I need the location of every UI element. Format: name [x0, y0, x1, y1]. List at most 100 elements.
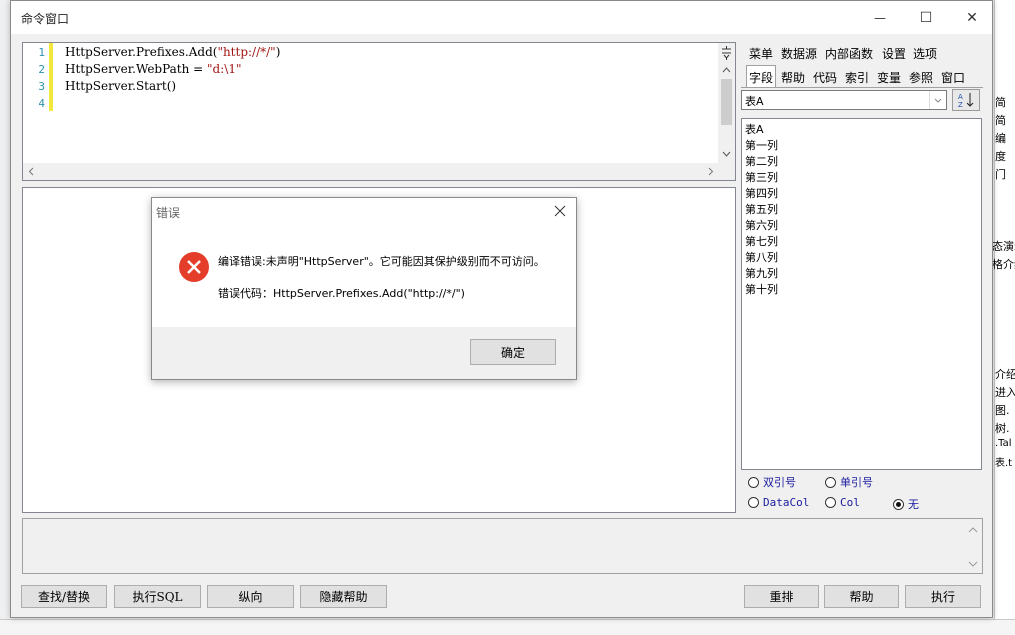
radio-datacol[interactable]: DataCol: [748, 496, 809, 509]
svg-text:Z: Z: [958, 101, 963, 109]
code-text: HttpServer.WebPath =: [65, 62, 208, 76]
radio-double-quote[interactable]: 双引号: [748, 474, 796, 490]
tab-index[interactable]: 索引: [845, 69, 869, 86]
help-button[interactable]: 帮助: [824, 585, 899, 608]
code-text: ): [275, 45, 281, 59]
editor-horizontal-scrollbar[interactable]: [23, 163, 720, 180]
close-icon[interactable]: [552, 203, 568, 219]
background-bottom-strip: [0, 619, 1015, 635]
radio-circle-icon: [825, 476, 836, 488]
line-number: 1: [38, 46, 45, 59]
tab-variables[interactable]: 变量: [877, 69, 901, 86]
title-bar: 命令窗口 — ☐ ✕: [11, 1, 992, 34]
svg-text:A: A: [958, 93, 963, 101]
scroll-left-icon[interactable]: [26, 163, 38, 180]
menu-item-functions[interactable]: 内部函数: [825, 45, 873, 62]
radio-label: 单引号: [840, 476, 873, 489]
sort-az-button[interactable]: A Z: [952, 89, 980, 111]
scroll-up-icon[interactable]: [718, 65, 735, 75]
background-fragment: 介绍: [995, 368, 1015, 381]
list-item[interactable]: 第五列: [745, 201, 778, 217]
editor-vertical-scrollbar[interactable]: [718, 43, 735, 165]
background-right-pane: 简 简 编 度 门 态演示 格介绍 介绍 进入界 图. 树. .Tal 表.t: [992, 0, 1015, 635]
hide-help-button[interactable]: 隐藏帮助: [300, 585, 387, 608]
code-line: HttpServer.Prefixes.Add("http://*/"): [65, 45, 280, 59]
close-button[interactable]: ✕: [949, 1, 995, 34]
menu-item-settings[interactable]: 设置: [882, 45, 906, 62]
ok-button[interactable]: 确定: [470, 339, 556, 365]
scroll-down-icon[interactable]: [967, 559, 979, 569]
radio-label: 无: [908, 498, 919, 511]
line-number: 2: [38, 63, 45, 76]
table-select[interactable]: 表A: [741, 90, 947, 110]
message-area[interactable]: [22, 518, 983, 574]
error-message: 编译错误:未声明"HttpServer"。它可能因其保护级别而不可访问。: [218, 255, 545, 268]
code-text: HttpServer.Start(): [65, 79, 177, 93]
line-number-gutter: 1 2 3 4: [23, 43, 53, 165]
radio-circle-icon: [825, 497, 836, 508]
scroll-thumb[interactable]: [721, 79, 732, 125]
tab-reference[interactable]: 参照: [909, 69, 933, 86]
radio-col[interactable]: Col: [825, 496, 860, 509]
field-list[interactable]: 表A 第一列 第二列 第三列 第四列 第五列 第六列 第七列 第八列 第九列 第…: [741, 118, 982, 470]
error-icon: [179, 252, 209, 282]
radio-circle-icon: [748, 476, 759, 488]
radio-circle-icon: [748, 497, 759, 508]
modified-lines-marker: [49, 43, 53, 111]
list-item[interactable]: 第一列: [745, 137, 778, 153]
code-text: HttpServer.Prefixes.Add(: [65, 45, 218, 59]
tab-window[interactable]: 窗口: [941, 69, 965, 86]
scroll-up-icon[interactable]: [967, 525, 979, 535]
tab-help[interactable]: 帮助: [781, 69, 805, 86]
menu-item-options[interactable]: 选项: [913, 45, 937, 62]
radio-single-quote[interactable]: 单引号: [825, 474, 873, 490]
maximize-icon: ☐: [919, 9, 933, 26]
dialog-footer: 确定: [152, 327, 576, 379]
split-icon[interactable]: [718, 46, 735, 60]
error-dialog: 错误 编译错误:未声明"HttpServer"。它可能因其保护级别而不可访问。 …: [151, 197, 577, 380]
background-fragment: 态演示: [992, 240, 1015, 253]
list-item[interactable]: 第六列: [745, 217, 778, 233]
radio-none[interactable]: 无: [893, 496, 919, 512]
list-item[interactable]: 第二列: [745, 153, 778, 169]
list-item[interactable]: 表A: [745, 121, 764, 137]
list-item[interactable]: 第七列: [745, 233, 778, 249]
background-fragment: 图.: [995, 404, 1010, 417]
radio-label: 双引号: [763, 476, 796, 489]
code-string: "d:\1": [207, 62, 242, 76]
maximize-button[interactable]: ☐: [903, 1, 949, 34]
minimize-icon: —: [874, 10, 886, 25]
list-item[interactable]: 第四列: [745, 185, 778, 201]
line-number: 3: [38, 80, 45, 93]
tab-fields[interactable]: 字段: [749, 69, 773, 86]
menu-item-menu[interactable]: 菜单: [749, 45, 773, 62]
vertical-button[interactable]: 纵向: [207, 585, 294, 608]
background-fragment: 简: [995, 96, 1006, 109]
reset-button[interactable]: 重排: [744, 585, 819, 608]
list-item[interactable]: 第八列: [745, 249, 778, 265]
execute-button[interactable]: 执行: [905, 585, 981, 608]
scroll-right-icon[interactable]: [705, 163, 717, 180]
list-item[interactable]: 第三列: [745, 169, 778, 185]
chevron-down-icon[interactable]: [929, 91, 946, 109]
exec-sql-button[interactable]: 执行SQL: [114, 585, 201, 608]
list-item[interactable]: 第十列: [745, 281, 778, 297]
close-icon: ✕: [966, 9, 978, 26]
background-fragment: 表.t: [995, 458, 1013, 469]
background-fragment: 度: [995, 150, 1006, 163]
dialog-title: 错误: [156, 206, 181, 220]
minimize-button[interactable]: —: [857, 1, 903, 34]
find-replace-button[interactable]: 查找/替换: [21, 585, 107, 608]
code-line: HttpServer.Start(): [65, 79, 176, 93]
code-editor[interactable]: 1 2 3 4 HttpServer.Prefixes.Add("http://…: [22, 42, 736, 181]
radio-label: DataCol: [763, 496, 810, 509]
line-number: 4: [38, 97, 45, 110]
sort-az-icon: A Z: [958, 93, 974, 109]
radio-label: Col: [840, 496, 860, 509]
menu-item-datasource[interactable]: 数据源: [781, 45, 817, 62]
table-select-value: 表A: [745, 95, 764, 108]
scroll-down-icon[interactable]: [718, 149, 735, 159]
tab-code[interactable]: 代码: [813, 69, 837, 86]
code-string: "http://*/": [217, 45, 276, 59]
list-item[interactable]: 第九列: [745, 265, 778, 281]
